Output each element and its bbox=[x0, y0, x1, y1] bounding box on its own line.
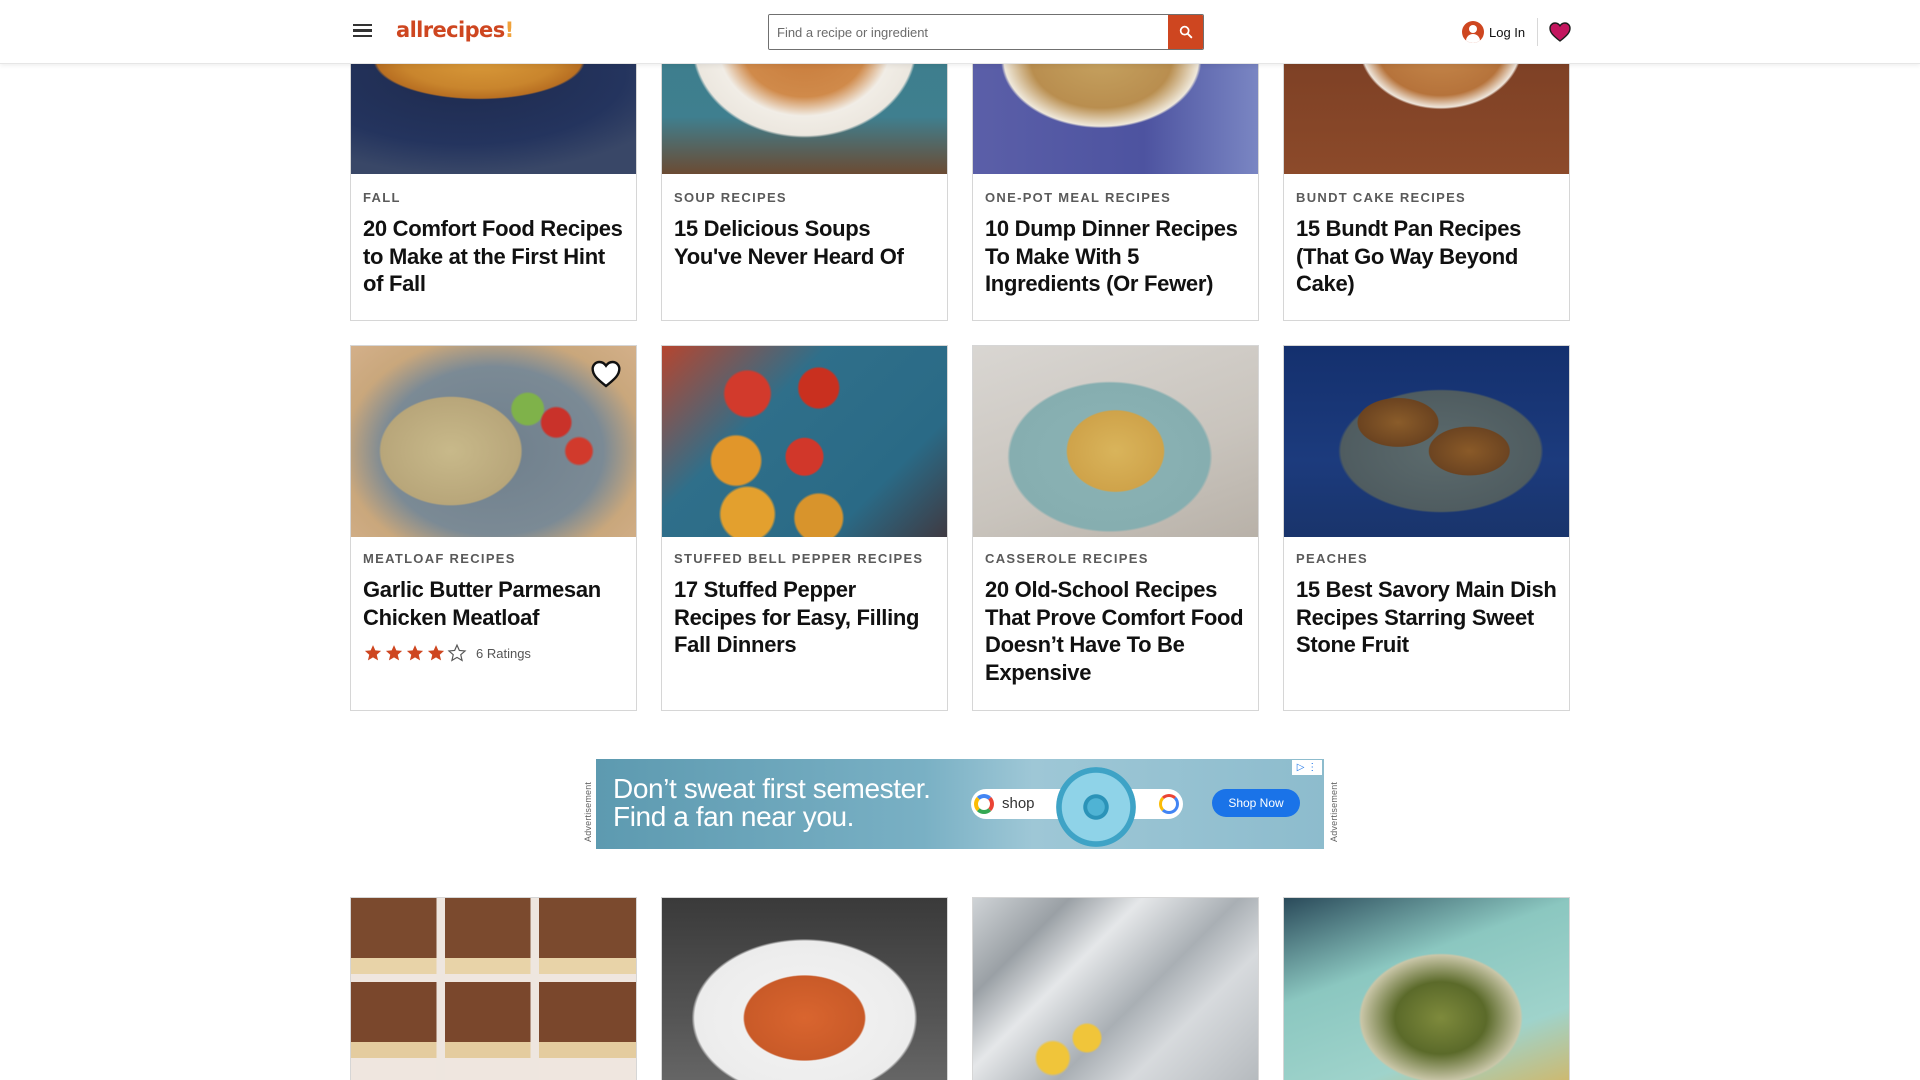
favorites-button[interactable] bbox=[1548, 20, 1572, 44]
ad-label-left: Advertisement bbox=[583, 781, 593, 842]
card-title: 15 Bundt Pan Recipes (That Go Way Beyond… bbox=[1296, 216, 1522, 296]
ad-headline-line2: Find a fan near you. bbox=[613, 801, 855, 832]
card-tag: Peaches bbox=[1296, 551, 1368, 566]
fan-image bbox=[1056, 767, 1136, 847]
ad-shop-now-button[interactable]: Shop Now bbox=[1212, 789, 1300, 817]
ad-headline-line1: Don’t sweat first semester. bbox=[613, 773, 931, 804]
recipe-card[interactable]: Fall 20 Comfort Food Recipes to Make at … bbox=[350, 30, 637, 321]
star-icon bbox=[385, 645, 403, 661]
card-tag: Stuffed Bell Pepper Recipes bbox=[674, 551, 924, 566]
card-tag: One-Pot Meal Recipes bbox=[985, 190, 1172, 205]
card-title: 15 Best Savory Main Dish Recipes Starrin… bbox=[1296, 577, 1557, 657]
card-tag: Meatloaf Recipes bbox=[363, 551, 516, 566]
card-image bbox=[351, 898, 636, 1080]
card-title: 10 Dump Dinner Recipes To Make With 5 In… bbox=[985, 216, 1238, 296]
recipe-card[interactable]: Casserole Recipes 20 Old-School Recipes … bbox=[972, 345, 1259, 711]
recipe-card[interactable]: Meatloaf Recipes Garlic Butter Parmesan … bbox=[350, 345, 637, 711]
card-image bbox=[1284, 898, 1569, 1080]
search-button[interactable] bbox=[1168, 15, 1203, 49]
card-tag: Soup Recipes bbox=[674, 190, 787, 205]
recipe-card[interactable]: Stuffed Bell Pepper Recipes 17 Stuffed P… bbox=[661, 345, 948, 711]
save-recipe-button[interactable] bbox=[590, 358, 622, 390]
advertisement-banner[interactable]: Don’t sweat first semester. Find a fan n… bbox=[596, 759, 1324, 849]
site-logo[interactable]: allrecipes! bbox=[396, 18, 514, 42]
star-icon bbox=[427, 645, 445, 661]
search-bar bbox=[768, 14, 1204, 50]
rating-count: 6 Ratings bbox=[476, 645, 531, 661]
card-image bbox=[662, 898, 947, 1080]
card-title: 20 Old-School Recipes That Prove Comfort… bbox=[985, 577, 1244, 685]
card-tag: Casserole Recipes bbox=[985, 551, 1149, 566]
card-image bbox=[973, 898, 1258, 1080]
star-icon bbox=[406, 645, 424, 661]
card-tag: Bundt Cake Recipes bbox=[1296, 190, 1467, 205]
menu-icon[interactable] bbox=[350, 20, 374, 44]
header-divider bbox=[1537, 18, 1538, 46]
search-input[interactable] bbox=[769, 15, 1168, 49]
recipe-card[interactable]: Soup Recipes 15 Delicious Soups You've N… bbox=[661, 30, 948, 321]
recipe-card[interactable]: Bundt Cake Recipes 15 Bundt Pan Recipes … bbox=[1283, 30, 1570, 321]
recipe-card[interactable] bbox=[661, 897, 948, 1080]
google-lens-icon bbox=[1159, 794, 1179, 814]
recipe-card[interactable] bbox=[1283, 897, 1570, 1080]
logo-bang: ! bbox=[504, 18, 515, 42]
user-icon bbox=[1462, 21, 1484, 43]
recipe-card[interactable]: One-Pot Meal Recipes 10 Dump Dinner Reci… bbox=[972, 30, 1259, 321]
card-image bbox=[662, 346, 947, 537]
star-rating: 6 Ratings bbox=[363, 643, 531, 663]
google-g-icon bbox=[974, 794, 994, 814]
ad-choices-icon[interactable]: ▷ ⋮ bbox=[1292, 760, 1322, 775]
star-icon bbox=[364, 645, 382, 661]
ad-label-right: Advertisement bbox=[1329, 781, 1339, 842]
heart-icon bbox=[1549, 22, 1571, 42]
star-empty-icon bbox=[447, 643, 467, 662]
recipe-card[interactable] bbox=[350, 897, 637, 1080]
search-icon bbox=[1179, 25, 1192, 39]
recipe-card[interactable] bbox=[972, 897, 1259, 1080]
card-image bbox=[973, 346, 1258, 537]
ad-shop-text: shop bbox=[1002, 795, 1035, 812]
card-tag: Fall bbox=[363, 190, 401, 205]
card-title: 15 Delicious Soups You've Never Heard Of bbox=[674, 216, 904, 269]
login-button[interactable]: Log In bbox=[1462, 20, 1525, 44]
logo-text: allrecipes bbox=[396, 18, 505, 42]
card-title: 20 Comfort Food Recipes to Make at the F… bbox=[363, 216, 623, 296]
site-header: allrecipes! Log In bbox=[0, 0, 1920, 64]
login-label: Log In bbox=[1489, 24, 1526, 40]
save-heart-icon bbox=[591, 360, 621, 388]
card-title: 17 Stuffed Pepper Recipes for Easy, Fill… bbox=[674, 577, 920, 657]
recipe-card[interactable]: Peaches 15 Best Savory Main Dish Recipes… bbox=[1283, 345, 1570, 711]
card-image bbox=[1284, 346, 1569, 537]
ad-headline: Don’t sweat first semester. Find a fan n… bbox=[613, 775, 931, 831]
card-title: Garlic Butter Parmesan Chicken Meatloaf bbox=[363, 577, 601, 630]
